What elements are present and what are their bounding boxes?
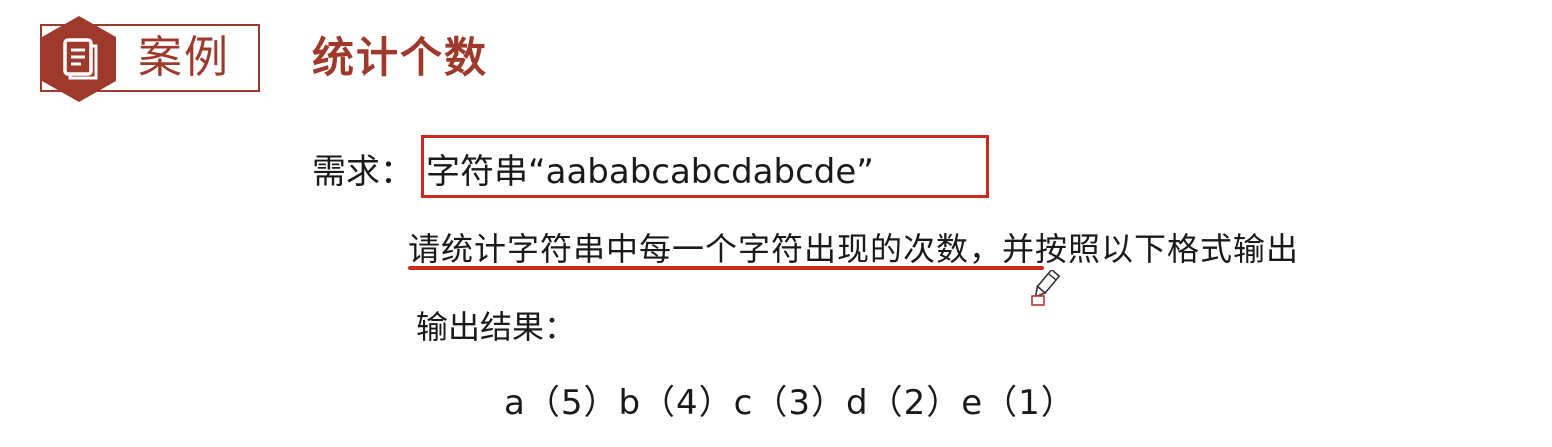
page-title: 统计个数 (312, 33, 489, 82)
output-result: a（5）b（4）c（3）d（2）e（1） (504, 383, 1076, 423)
slide-page: 案例 统计个数 需求： 字符串“aababcabcdabcde” 请统计字符串中… (0, 0, 1552, 447)
document-icon (42, 16, 116, 102)
highlight-underline (408, 266, 1044, 270)
badge-label: 案例 (138, 32, 230, 83)
requirement-text: 字符串“aababcabcdabcde” (426, 152, 874, 192)
requirement-label: 需求： (312, 152, 414, 192)
pencil-cursor-icon (1031, 270, 1061, 306)
output-label: 输出结果： (416, 308, 577, 346)
